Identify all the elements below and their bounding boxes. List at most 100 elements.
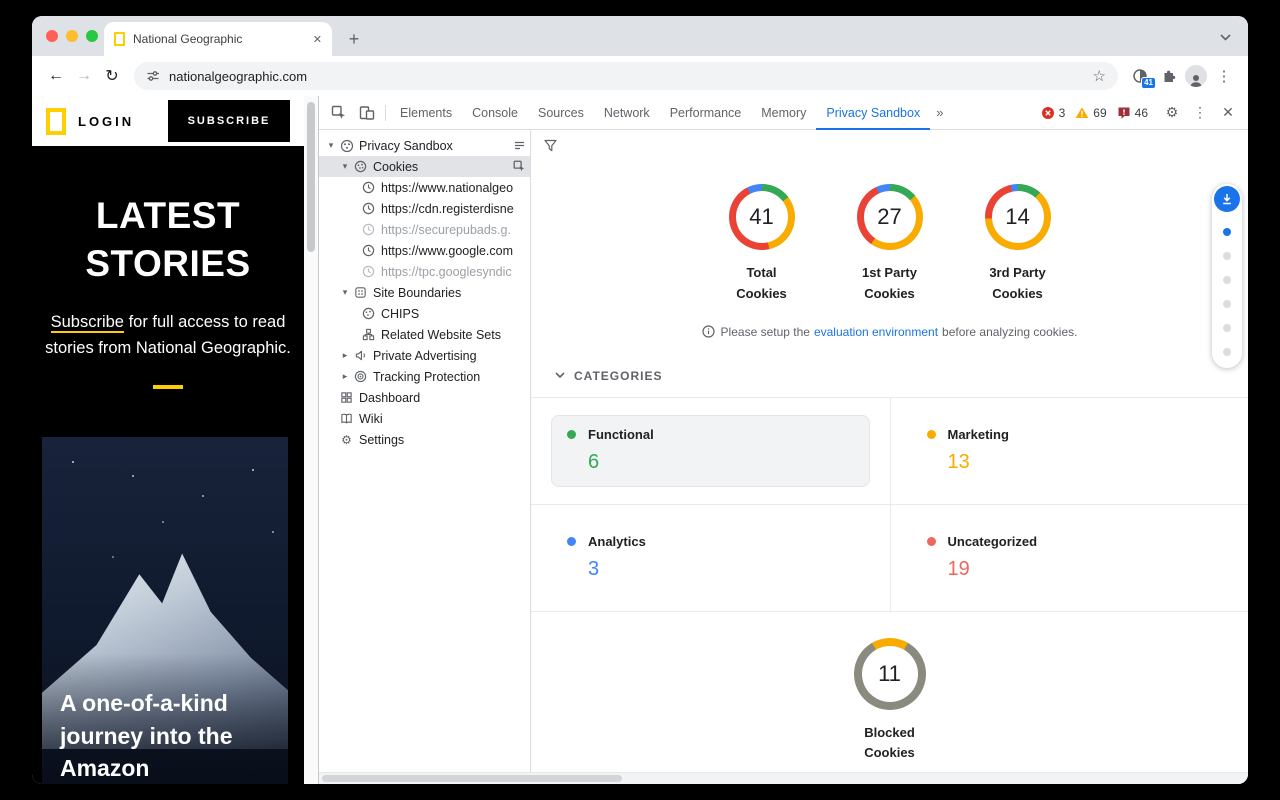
devtools-tab-elements[interactable]: Elements	[390, 96, 462, 130]
tree-item-url[interactable]: https://tpc.googlesyndic	[319, 261, 530, 282]
functional-count: 6	[588, 451, 854, 474]
subscribe-button[interactable]: SUBSCRIBE	[168, 100, 290, 142]
error-count-badge[interactable]: 3	[1041, 106, 1066, 120]
cookies-report: 41 Total Cookies 27	[531, 160, 1248, 772]
tree-item-chips[interactable]: CHIPS	[319, 303, 530, 324]
browser-window: National Geographic ✕ + ← → ↻ nationalge…	[32, 16, 1248, 784]
scrollbar-thumb[interactable]	[322, 775, 622, 782]
browser-toolbar: ← → ↻ nationalgeographic.com ☆ 41 ⋮	[32, 56, 1248, 96]
tree-item-url[interactable]: https://www.google.com	[319, 240, 530, 261]
tree-item-wiki[interactable]: Wiki	[319, 408, 530, 429]
tab-close-icon[interactable]: ✕	[313, 33, 322, 46]
devtools-settings-gear-icon[interactable]: ⚙	[1158, 99, 1186, 127]
natgeo-logo[interactable]	[46, 108, 66, 135]
profile-avatar[interactable]	[1182, 62, 1210, 90]
expander-icon[interactable]: ▾	[339, 161, 351, 172]
devtools-tab-performance[interactable]: Performance	[660, 96, 752, 130]
forward-button[interactable]: →	[70, 62, 98, 90]
marketing-count: 13	[948, 451, 1213, 474]
section-dot[interactable]	[1223, 300, 1231, 308]
first-party-donut-chart: 27	[857, 184, 923, 250]
clock-icon	[361, 264, 376, 279]
setup-note: Please setup the evaluation environment …	[531, 325, 1248, 339]
expander-icon[interactable]: ▾	[339, 287, 351, 298]
section-dot[interactable]	[1223, 276, 1231, 284]
bookmark-star-icon[interactable]: ☆	[1093, 67, 1106, 85]
reload-button[interactable]: ↻	[98, 62, 126, 90]
cookies-main-panel: 41 Total Cookies 27	[531, 130, 1248, 772]
devtools-tab-network[interactable]: Network	[594, 96, 660, 130]
expander-icon[interactable]: ▾	[325, 140, 337, 151]
category-card-marketing[interactable]: Marketing 13	[911, 415, 1229, 487]
clock-icon	[361, 180, 376, 195]
expander-icon[interactable]: ▸	[339, 371, 351, 382]
gear-icon: ⚙	[339, 432, 354, 447]
tree-item-url[interactable]: https://securepubads.g.	[319, 219, 530, 240]
tree-item-cookies[interactable]: ▾ Cookies	[319, 156, 530, 177]
filter-funnel-icon[interactable]	[543, 138, 558, 153]
new-tab-button[interactable]: +	[340, 25, 368, 53]
category-card-uncategorized[interactable]: Uncategorized 19	[911, 522, 1229, 594]
subscribe-link[interactable]: Subscribe	[51, 313, 124, 333]
tree-item-tracking-protection[interactable]: ▸ Tracking Protection	[319, 366, 530, 387]
page-scrollbar-thumb[interactable]	[307, 102, 315, 252]
devtools-horizontal-scrollbar[interactable]	[319, 772, 1248, 784]
devtools-tab-memory[interactable]: Memory	[751, 96, 816, 130]
site-settings-icon[interactable]	[146, 69, 160, 83]
tree-item-settings[interactable]: ⚙ Settings	[319, 429, 530, 450]
tree-item-url[interactable]: https://cdn.registerdisne	[319, 198, 530, 219]
hero-article[interactable]: A one-of-a-kind journey into the Amazon	[42, 437, 288, 784]
browser-menu-kebab-icon[interactable]: ⋮	[1210, 62, 1238, 90]
login-button[interactable]: LOGIN	[78, 114, 134, 129]
tree-item-site-boundaries[interactable]: ▾ Site Boundaries	[319, 282, 530, 303]
stat-first-party-cookies: 27 1st Party Cookies	[831, 184, 949, 305]
privacy-sandbox-icon	[339, 138, 354, 153]
category-card-functional[interactable]: Functional 6	[551, 415, 870, 487]
tree-item-related-website-sets[interactable]: Related Website Sets	[319, 324, 530, 345]
analytics-dot	[567, 537, 576, 546]
more-tabs-icon[interactable]: »	[930, 105, 949, 120]
warning-count-badge[interactable]: 69	[1075, 106, 1106, 120]
expander-icon[interactable]: ▸	[339, 350, 351, 361]
devtools-tab-sources[interactable]: Sources	[528, 96, 594, 130]
dashboard-grid-icon	[339, 390, 354, 405]
evaluation-environment-link[interactable]: evaluation environment	[814, 325, 938, 339]
privacy-sandbox-extension-icon[interactable]: 41	[1126, 62, 1154, 90]
section-dot[interactable]	[1223, 228, 1231, 236]
devtools-tab-console[interactable]: Console	[462, 96, 528, 130]
tree-item-private-advertising[interactable]: ▸ Private Advertising	[319, 345, 530, 366]
categories-section-header[interactable]: CATEGORIES	[555, 369, 1248, 383]
site-boundaries-icon	[353, 285, 368, 300]
categories-grid: Functional 6 Marketing	[531, 397, 1248, 612]
panel-menu-icon[interactable]	[509, 139, 526, 152]
tree-item-dashboard[interactable]: Dashboard	[319, 387, 530, 408]
issues-count-badge[interactable]: 46	[1117, 106, 1148, 120]
device-toolbar-icon[interactable]	[353, 99, 381, 127]
tab-title: National Geographic	[133, 32, 305, 46]
inspect-icon[interactable]	[509, 160, 526, 173]
uncategorized-dot	[927, 537, 936, 546]
zoom-window-button[interactable]	[86, 30, 98, 42]
cookie-icon	[353, 159, 368, 174]
section-dot[interactable]	[1223, 348, 1231, 356]
tree-item-url[interactable]: https://www.nationalgeo	[319, 177, 530, 198]
address-bar[interactable]: nationalgeographic.com ☆	[134, 62, 1118, 90]
back-button[interactable]: ←	[42, 62, 70, 90]
close-window-button[interactable]	[46, 30, 58, 42]
tree-item-privacy-sandbox[interactable]: ▾ Privacy Sandbox	[319, 135, 530, 156]
inspect-element-icon[interactable]	[325, 99, 353, 127]
minimize-window-button[interactable]	[66, 30, 78, 42]
download-report-button[interactable]	[1214, 186, 1240, 212]
browser-tab[interactable]: National Geographic ✕	[104, 22, 332, 56]
section-dot[interactable]	[1223, 252, 1231, 260]
url-text[interactable]: nationalgeographic.com	[169, 69, 1084, 84]
devtools-tab-privacy-sandbox[interactable]: Privacy Sandbox	[816, 96, 930, 130]
tab-search-chevron-icon[interactable]	[1214, 26, 1236, 48]
category-card-analytics[interactable]: Analytics 3	[551, 522, 870, 594]
devtools-close-icon[interactable]: ✕	[1214, 99, 1242, 127]
devtools-menu-kebab-icon[interactable]: ⋮	[1186, 99, 1214, 127]
section-dot[interactable]	[1223, 324, 1231, 332]
page-scrollbar[interactable]	[304, 96, 318, 784]
extensions-puzzle-icon[interactable]	[1154, 62, 1182, 90]
download-icon	[1220, 192, 1234, 206]
